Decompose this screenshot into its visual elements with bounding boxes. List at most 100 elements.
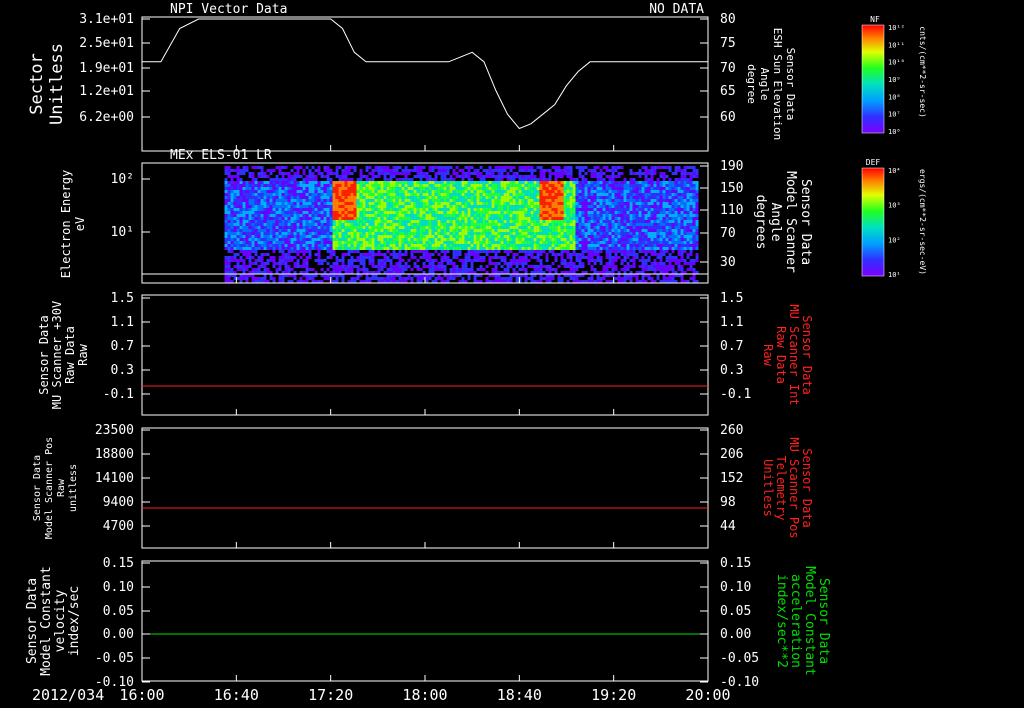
spectrogram-cell [425, 187, 429, 190]
spectrogram-cell [506, 202, 510, 205]
spectrogram-cell [317, 256, 321, 259]
spectrogram-cell [632, 184, 636, 187]
spectrogram-cell [371, 247, 375, 250]
spectrogram-cell [407, 193, 411, 196]
spectrogram-cell [614, 244, 618, 247]
spectrogram-cell [230, 268, 234, 271]
spectrogram-cell [380, 223, 384, 226]
spectrogram-cell [566, 229, 570, 232]
spectrogram-cell [242, 172, 246, 175]
spectrogram-cell [530, 196, 534, 199]
spectrogram-cell [386, 199, 390, 202]
spectrogram-cell [389, 259, 393, 262]
spectrogram-cell [422, 250, 426, 253]
spectrogram-cell [377, 262, 381, 265]
spectrogram-cell [338, 181, 342, 184]
spectrogram-cell [383, 226, 387, 229]
spectrogram-cell [641, 202, 645, 205]
colorbar-tick-label: 10⁸ [888, 93, 901, 101]
spectrogram-cell [380, 220, 384, 223]
spectrogram-cell [377, 202, 381, 205]
spectrogram-cell [344, 220, 348, 223]
spectrogram-cell [425, 190, 429, 193]
spectrogram-cell [629, 229, 633, 232]
spectrogram-cell [662, 229, 666, 232]
spectrogram-cell [389, 205, 393, 208]
spectrogram-cell [269, 238, 273, 241]
spectrogram-cell [557, 232, 561, 235]
spectrogram-cell [446, 166, 450, 169]
spectrogram-cell [662, 205, 666, 208]
spectrogram-cell [485, 244, 489, 247]
spectrogram-cell [461, 241, 465, 244]
spectrogram-cell [533, 199, 537, 202]
spectrogram-cell [578, 235, 582, 238]
spectrogram-cell [590, 268, 594, 271]
spectrogram-cell [281, 199, 285, 202]
spectrogram-cell [647, 211, 651, 214]
spectrogram-cell [524, 175, 528, 178]
spectrogram-cell [356, 268, 360, 271]
spectrogram-cell [266, 247, 270, 250]
spectrogram-cell [260, 241, 264, 244]
spectrogram-cell [269, 241, 273, 244]
spectrogram-cell [620, 235, 624, 238]
spectrogram-cell [224, 214, 228, 217]
spectrogram-cell [518, 217, 522, 220]
spectrogram-cell [650, 265, 654, 268]
spectrogram-cell [476, 232, 480, 235]
spectrogram-cell [392, 205, 396, 208]
spectrogram-cell [629, 259, 633, 262]
spectrogram-cell [632, 232, 636, 235]
spectrogram-cell [329, 202, 333, 205]
spectrogram-cell [248, 226, 252, 229]
spectrogram-cell [605, 238, 609, 241]
spectrogram-cell [251, 172, 255, 175]
spectrogram-cell [524, 166, 528, 169]
spectrogram-cell [584, 184, 588, 187]
spectrogram-cell [506, 178, 510, 181]
spectrogram-cell [233, 244, 237, 247]
spectrogram-cell [326, 232, 330, 235]
spectrogram-cell [452, 172, 456, 175]
spectrogram-cell [254, 199, 258, 202]
spectrogram-cell [245, 235, 249, 238]
spectrogram-cell [653, 196, 657, 199]
spectrogram-cell [530, 184, 534, 187]
spectrogram-cell [575, 211, 579, 214]
spectrogram-cell [311, 217, 315, 220]
spectrogram-cell [389, 172, 393, 175]
spectrogram-cell [275, 247, 279, 250]
spectrogram-cell [515, 247, 519, 250]
spectrogram-cell [329, 172, 333, 175]
spectrogram-cell [377, 169, 381, 172]
spectrogram-cell [341, 247, 345, 250]
spectrogram-cell [398, 277, 402, 280]
spectrogram-cell [431, 229, 435, 232]
spectrogram-cell [233, 214, 237, 217]
spectrogram-cell [254, 232, 258, 235]
spectrogram-cell [266, 205, 270, 208]
spectrogram-cell [284, 235, 288, 238]
spectrogram-cell [518, 268, 522, 271]
spectrogram-cell [320, 196, 324, 199]
spectrogram-cell [578, 175, 582, 178]
spectrogram-cell [638, 169, 642, 172]
spectrogram-cell [506, 220, 510, 223]
spectrogram-cell [419, 220, 423, 223]
spectrogram-cell [632, 259, 636, 262]
spectrogram-cell [398, 256, 402, 259]
spectrogram-cell [266, 223, 270, 226]
right-tick-labels: 8075706560 [700, 12, 736, 125]
spectrogram-cell [545, 196, 549, 199]
spectrogram-cell [656, 196, 660, 199]
spectrogram-cell [503, 241, 507, 244]
spectrogram-cell [527, 247, 531, 250]
spectrogram-cell [383, 172, 387, 175]
spectrogram-cell [245, 244, 249, 247]
spectrogram-cell [344, 193, 348, 196]
spectrogram-cell [410, 220, 414, 223]
spectrogram-cell [476, 187, 480, 190]
spectrogram-cell [554, 223, 558, 226]
spectrogram-cell [257, 238, 261, 241]
